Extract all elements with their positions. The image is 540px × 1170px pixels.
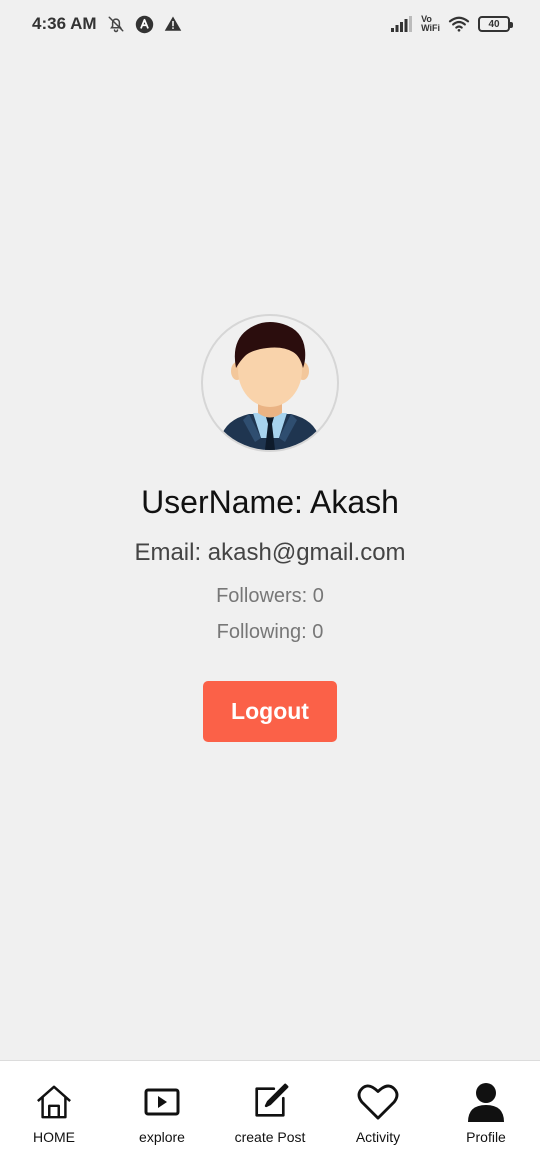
- status-time: 4:36 AM: [32, 14, 97, 33]
- bottom-nav: HOME explore create Post Activity Profil…: [0, 1060, 540, 1170]
- nav-item-profile[interactable]: Profile: [432, 1081, 540, 1145]
- wifi-icon: [448, 15, 470, 33]
- vowifi-indicator: Vo WiFi: [421, 15, 440, 33]
- nav-label-create-post: create Post: [234, 1129, 306, 1145]
- nav-item-create-post[interactable]: create Post: [216, 1081, 324, 1145]
- vowifi-bottom-label: WiFi: [421, 23, 440, 33]
- heart-icon: [357, 1081, 399, 1123]
- username-text: UserName: Akash: [141, 484, 399, 520]
- profile-screen: 4:36 AM Vo WiFi 40 UserName: Akash Email…: [0, 0, 540, 1170]
- signal-icon: [391, 16, 413, 32]
- bell-off-icon: [107, 15, 125, 33]
- play-icon: [144, 1081, 180, 1123]
- home-icon: [35, 1081, 73, 1123]
- nav-item-home[interactable]: HOME: [0, 1081, 108, 1145]
- status-right: Vo WiFi 40: [391, 15, 513, 33]
- avatar: [201, 314, 339, 452]
- email-text: Email: akash@gmail.com: [134, 539, 406, 566]
- followers-count: Followers: 0: [216, 585, 324, 607]
- app-a-icon: [135, 15, 154, 34]
- status-left: 4:36 AM: [32, 14, 182, 34]
- nav-label-explore: explore: [139, 1129, 185, 1145]
- nav-item-explore[interactable]: explore: [108, 1081, 216, 1145]
- nav-label-home: HOME: [33, 1129, 75, 1145]
- logout-button[interactable]: Logout: [203, 681, 337, 742]
- user-icon: [467, 1081, 505, 1123]
- following-count: Following: 0: [216, 621, 324, 643]
- nav-label-activity: Activity: [355, 1129, 401, 1145]
- nav-label-profile: Profile: [466, 1129, 506, 1145]
- battery-indicator: 40: [478, 16, 513, 32]
- status-bar: 4:36 AM Vo WiFi 40: [0, 0, 540, 48]
- profile-section: UserName: Akash Email: akash@gmail.com F…: [0, 314, 540, 742]
- avatar-illustration: [221, 322, 319, 450]
- edit-icon: [251, 1081, 289, 1123]
- warning-icon: [164, 15, 182, 33]
- nav-item-activity[interactable]: Activity: [324, 1081, 432, 1145]
